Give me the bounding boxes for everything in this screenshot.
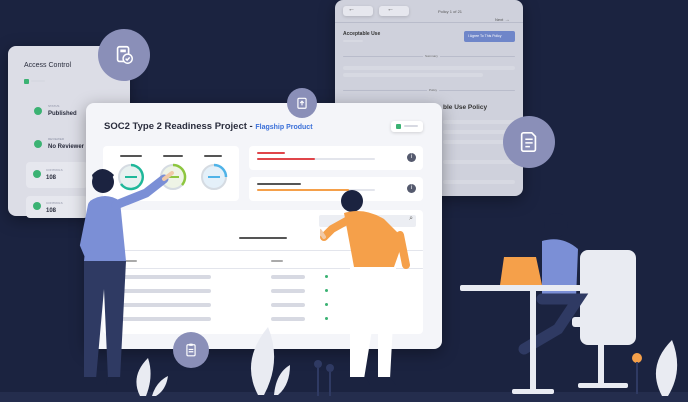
gauge-blue xyxy=(201,163,228,190)
red-progress-fill xyxy=(257,158,315,160)
policy-section-label: Policy xyxy=(427,88,440,92)
flower-right xyxy=(632,353,642,394)
reviewer-value: No Reviewer xyxy=(48,144,85,150)
agree-button-label: I Agree To This Policy xyxy=(468,34,502,38)
summary-label: Summary xyxy=(423,54,440,58)
policy-title: Acceptable Use xyxy=(343,31,381,37)
access-control-title: Access Control xyxy=(24,62,72,69)
project-tag xyxy=(391,121,423,132)
table-heading xyxy=(239,237,287,239)
panel-divider xyxy=(335,22,523,23)
product-link[interactable]: Flagship Product xyxy=(255,124,312,131)
check-icon xyxy=(34,140,42,148)
policy-subtitle-bar xyxy=(343,40,363,42)
status-value: Published xyxy=(48,111,77,117)
next-button[interactable]: Next → xyxy=(495,8,510,26)
access-tag xyxy=(24,79,46,85)
policy-heading: ble Use Policy xyxy=(443,104,488,111)
shield-check-icon xyxy=(98,29,150,81)
person-desk-illustration xyxy=(460,213,636,394)
check-icon xyxy=(33,202,41,210)
policy-nav-label: Policy 1 of 21 xyxy=(438,9,463,14)
document-icon xyxy=(503,116,555,168)
check-icon xyxy=(33,170,41,178)
info-icon[interactable]: i xyxy=(407,153,416,162)
foliage-right xyxy=(655,340,678,396)
upload-icon xyxy=(287,88,317,118)
agree-button[interactable]: I Agree To This Policy xyxy=(464,31,515,42)
foliage-left xyxy=(136,358,168,396)
foliage-center xyxy=(250,327,290,395)
prev-button[interactable]: ← xyxy=(379,6,409,16)
controls-value: 108 xyxy=(46,175,57,181)
flower-center xyxy=(314,360,334,396)
back-button[interactable]: ← xyxy=(343,6,373,16)
controls-value-2: 108 xyxy=(46,208,57,214)
project-title: SOC2 Type 2 Readiness Project - Flagship… xyxy=(104,121,313,132)
check-icon xyxy=(34,107,42,115)
progress-panel-red: i xyxy=(249,146,423,170)
